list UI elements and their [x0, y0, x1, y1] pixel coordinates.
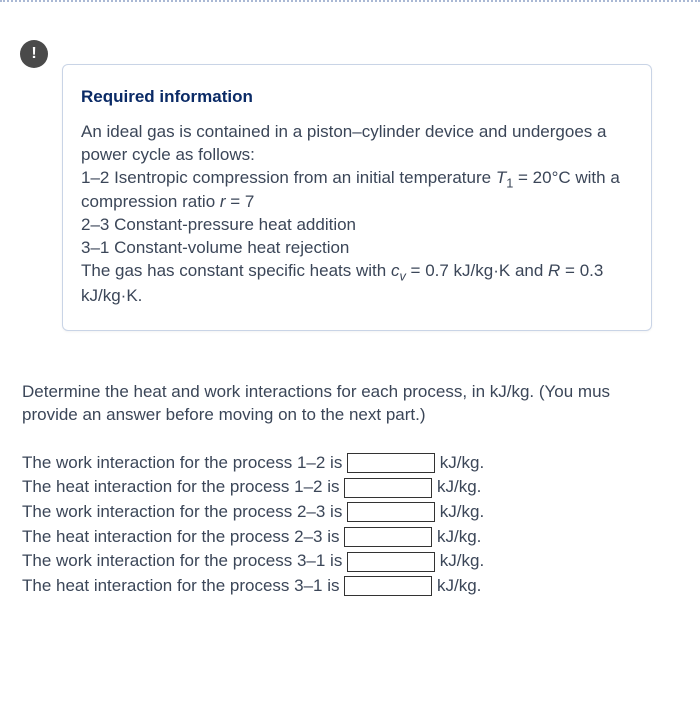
answer-input-w12[interactable] — [347, 453, 435, 473]
answer-input-w31[interactable] — [347, 552, 435, 572]
cv-val: = 0.7 kJ/kg·K and — [406, 261, 548, 280]
info-line12a: 1–2 Isentropic compression from an initi… — [81, 168, 496, 187]
answer-label: The heat interaction for the process 1–2… — [22, 477, 344, 496]
answer-unit: kJ/kg. — [432, 576, 481, 595]
answer-unit: kJ/kg. — [435, 551, 484, 570]
info-cv-a: The gas has constant specific heats with — [81, 261, 391, 280]
content-area: Required information An ideal gas is con… — [8, 10, 700, 724]
r-eq: = 7 — [226, 192, 255, 211]
T-var: T — [496, 168, 506, 187]
answer-unit: kJ/kg. — [435, 502, 484, 521]
question-line-b: provide an answer before moving on to th… — [22, 405, 426, 424]
question-text: Determine the heat and work interactions… — [22, 381, 692, 427]
required-info-box: Required information An ideal gas is con… — [62, 64, 652, 331]
answer-row: The heat interaction for the process 3–1… — [22, 574, 692, 599]
answer-unit: kJ/kg. — [432, 477, 481, 496]
answer-input-q23[interactable] — [344, 527, 432, 547]
answers-block: The work interaction for the process 1–2… — [22, 451, 692, 599]
answer-label: The work interaction for the process 3–1… — [22, 551, 347, 570]
answer-label: The work interaction for the process 1–2… — [22, 453, 347, 472]
question-line-a: Determine the heat and work interactions… — [22, 382, 610, 401]
info-line23: 2–3 Constant-pressure heat addition — [81, 215, 356, 234]
answer-row: The work interaction for the process 1–2… — [22, 451, 692, 476]
answer-input-w23[interactable] — [347, 502, 435, 522]
R-var: R — [548, 261, 560, 280]
required-info-body: An ideal gas is contained in a piston–cy… — [81, 121, 633, 308]
answer-label: The heat interaction for the process 3–1… — [22, 576, 344, 595]
answer-label: The work interaction for the process 2–3… — [22, 502, 347, 521]
answer-row: The work interaction for the process 3–1… — [22, 549, 692, 574]
required-info-icon: ! — [20, 40, 48, 68]
answer-unit: kJ/kg. — [432, 527, 481, 546]
answer-unit: kJ/kg. — [435, 453, 484, 472]
answer-label: The heat interaction for the process 2–3… — [22, 527, 344, 546]
info-line31: 3–1 Constant-volume heat rejection — [81, 238, 349, 257]
answer-input-q31[interactable] — [344, 576, 432, 596]
answer-input-q12[interactable] — [344, 478, 432, 498]
answer-row: The heat interaction for the process 1–2… — [22, 475, 692, 500]
answer-row: The heat interaction for the process 2–3… — [22, 525, 692, 550]
required-info-title: Required information — [81, 87, 633, 107]
answer-row: The work interaction for the process 2–3… — [22, 500, 692, 525]
info-para1: An ideal gas is contained in a piston–cy… — [81, 122, 606, 164]
dashed-top-border — [0, 0, 700, 2]
exclaim-glyph: ! — [31, 45, 36, 63]
